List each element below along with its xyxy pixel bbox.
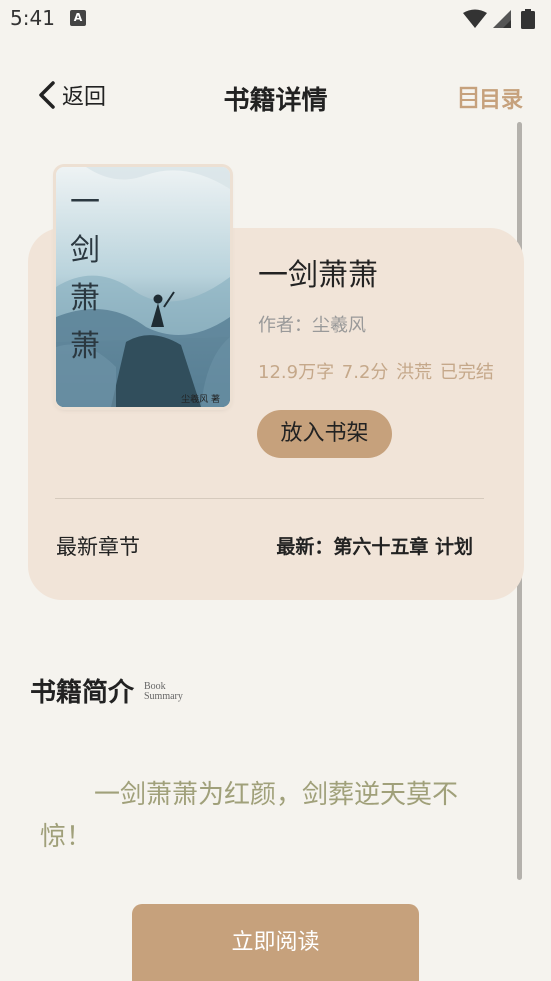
summary-heading-en-line2: Summary [144,691,183,702]
summary-text: 一剑萧萧为红颜，剑葬逆天莫不惊！ [40,780,459,852]
status-icons [463,8,543,34]
cover-author: 尘羲风 著 [181,395,220,405]
notification-app-icon: A [70,10,86,26]
summary-heading-en: Book Summary [144,682,183,702]
divider [55,498,484,499]
toc-button[interactable]: 目录 [459,82,523,114]
latest-chapter-label: 最新章节 [56,535,140,559]
add-to-shelf-button[interactable]: 放入书架 [257,410,392,458]
read-now-button[interactable]: 立即阅读 [132,904,419,981]
summary-heading: 书籍简介 [30,678,135,708]
toc-label: 目录 [478,88,523,113]
signal-icon [493,10,511,28]
battery-icon [521,9,535,29]
book-author: 作者：尘羲风 [258,315,366,336]
catalog-icon [459,86,478,109]
latest-chapter-link[interactable]: 最新：第六十五章 计划 [276,532,473,559]
header: 返回 书籍详情 目录 [0,60,551,130]
cover-title: 一剑萧萧 [70,185,100,364]
book-meta: 12.9万字 7.2分 洪荒 已完结 [258,362,494,383]
status-bar: 5:41 A [0,0,551,38]
wifi-icon [463,9,487,28]
book-cover[interactable]: 一剑萧萧 尘羲风 著 [56,167,230,407]
book-title: 一剑萧萧 [258,258,378,293]
status-time: 5:41 [10,6,55,30]
